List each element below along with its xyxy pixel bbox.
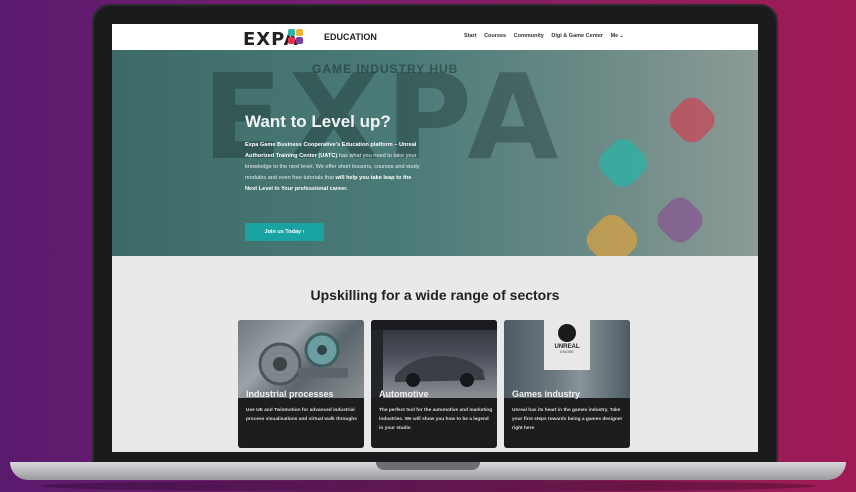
card-description: The perfect tool for the automotive and … — [379, 408, 493, 431]
browser-viewport: EXPA EDUCATION Start Courses Community D… — [112, 24, 758, 452]
chevron-down-icon: ⌄ — [619, 33, 624, 39]
card-industrial-processes[interactable]: Industrial processes Use UE and Twinmoti… — [238, 320, 364, 448]
hero-title: Want to Level up? — [245, 112, 391, 131]
card-automotive[interactable]: Automotive The perfect tool for the auto… — [371, 320, 497, 448]
laptop-shadow — [40, 480, 816, 492]
section-label: EDUCATION — [324, 32, 377, 42]
card-games-industry[interactable]: UNREAL ENGINE Games industry Unreal has … — [504, 320, 630, 448]
unreal-engine-badge: UNREAL ENGINE — [544, 320, 590, 370]
join-us-button[interactable]: Join us Today › — [245, 223, 324, 241]
hero-description: Expa Game Business Cooperative's Educati… — [245, 142, 420, 192]
card-description: Unreal has its heart in the games indust… — [512, 408, 623, 431]
card-title: Automotive — [379, 389, 429, 399]
nav-item-courses[interactable]: Courses — [484, 33, 506, 39]
industrial-gears-image — [238, 320, 364, 398]
card-title: Industrial processes — [246, 389, 334, 399]
decor-red-shape — [663, 91, 721, 149]
hero-background-subtitle: GAME INDUSTRY HUB — [312, 62, 459, 76]
laptop-notch — [376, 462, 480, 470]
automotive-car-image — [371, 320, 497, 398]
decor-yellow-shape — [580, 208, 644, 256]
hero-banner: EXPA GAME INDUSTRY HUB Want to Level up?… — [112, 50, 758, 256]
nav-item-community[interactable]: Community — [514, 33, 544, 39]
car-icon — [371, 320, 497, 398]
card-description: Use UE and Twinmotion for advanced indus… — [246, 408, 357, 422]
unreal-logo-icon — [558, 324, 576, 342]
expa-logo-icon — [288, 29, 304, 45]
nav-item-me[interactable]: Me⌄ — [611, 33, 624, 39]
nav-item-start[interactable]: Start — [464, 33, 477, 39]
nav-item-digi-game-center[interactable]: Digi & Game Center — [551, 33, 603, 39]
gear-icon — [258, 332, 348, 386]
main-menu: Start Courses Community Digi & Game Cent… — [464, 33, 630, 39]
section-title: Upskilling for a wide range of sectors — [310, 287, 560, 303]
card-title: Games industry — [512, 389, 581, 399]
games-characters-image: UNREAL ENGINE — [504, 320, 630, 398]
decor-purple-shape — [651, 191, 709, 249]
arrow-right-icon: › — [302, 229, 305, 235]
decor-teal-shape — [593, 133, 653, 193]
top-nav: EXPA EDUCATION Start Courses Community D… — [112, 24, 758, 51]
